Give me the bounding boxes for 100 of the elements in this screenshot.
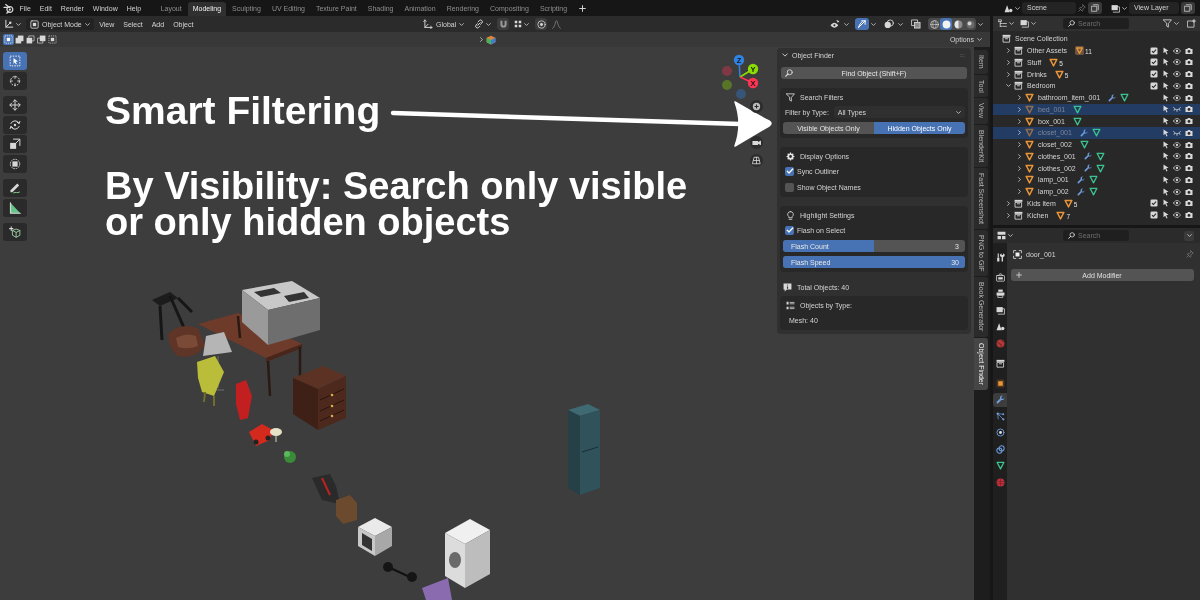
chevron-right-icon[interactable] — [1017, 130, 1022, 136]
wrench-icon[interactable] — [1076, 187, 1085, 196]
chevron-down-icon[interactable] — [1015, 5, 1020, 11]
eye-icon[interactable] — [1173, 81, 1182, 90]
chevron-down-icon[interactable] — [782, 52, 788, 58]
wrench-icon[interactable] — [1079, 128, 1088, 137]
chevron-right-icon[interactable] — [1006, 71, 1011, 77]
transform-tool[interactable] — [3, 154, 27, 173]
wrench-icon[interactable] — [1083, 152, 1092, 161]
checked-checkbox[interactable] — [1149, 70, 1158, 79]
selection-mode-button[interactable] — [25, 34, 36, 45]
pin-icon[interactable] — [1078, 4, 1086, 12]
checkbox[interactable] — [785, 166, 794, 176]
shading-mode-button[interactable] — [928, 18, 940, 30]
camera-icon[interactable] — [1185, 128, 1193, 137]
closed-eye-icon[interactable] — [1173, 128, 1182, 137]
chevron-down-icon[interactable] — [524, 21, 530, 27]
camera-icon[interactable] — [1185, 199, 1193, 208]
chevron-right-icon[interactable] — [1017, 189, 1022, 195]
checked-checkbox[interactable] — [1149, 211, 1158, 220]
checked-checkbox[interactable] — [1149, 58, 1158, 67]
proportional-edit-toggle[interactable] — [535, 18, 548, 30]
blender-logo-icon[interactable] — [3, 2, 14, 14]
annotate-tool[interactable] — [3, 179, 27, 197]
selection-mode-button[interactable] — [47, 34, 58, 45]
wrench-icon[interactable] — [1083, 164, 1092, 173]
eye-icon[interactable] — [1173, 175, 1182, 184]
chevron-down-icon[interactable] — [1174, 21, 1179, 26]
chevron-right-icon[interactable] — [1017, 118, 1022, 124]
chevron-right-icon[interactable] — [1017, 142, 1022, 148]
rotate-tool[interactable] — [3, 115, 27, 134]
camera-icon[interactable] — [1185, 187, 1193, 196]
eye-icon[interactable] — [1173, 93, 1182, 102]
chevron-down-icon[interactable] — [1009, 21, 1014, 26]
camera-icon[interactable] — [1185, 152, 1193, 161]
add-workspace-icon[interactable] — [579, 5, 587, 12]
shading-mode-button[interactable] — [964, 18, 976, 30]
filter-icon[interactable] — [1163, 19, 1172, 28]
header-dropdown[interactable] — [1184, 230, 1194, 241]
shading-mode-button[interactable] — [940, 18, 952, 30]
checked-checkbox[interactable] — [1149, 81, 1158, 90]
tree-list-icon[interactable] — [998, 19, 1007, 28]
eye-icon[interactable] — [1173, 211, 1182, 220]
mesh-data-icon[interactable] — [1120, 93, 1130, 103]
hexagon-cube-icon[interactable] — [486, 34, 496, 45]
new-view-layer-button[interactable] — [1181, 2, 1195, 14]
link-icon[interactable] — [474, 19, 485, 29]
xray-toggle[interactable] — [909, 18, 923, 30]
eye-icon[interactable] — [1173, 117, 1182, 126]
grid-squares-icon[interactable] — [514, 20, 523, 28]
chevron-down-icon[interactable] — [871, 21, 876, 27]
eye-icon[interactable] — [1173, 140, 1182, 149]
new-collection-icon[interactable] — [1187, 19, 1196, 28]
chevron-right-icon[interactable] — [1017, 95, 1022, 101]
snap-toggle[interactable] — [497, 18, 510, 30]
gizmo-toggle[interactable] — [855, 18, 869, 30]
overlay-toggle[interactable] — [882, 18, 896, 30]
camera-icon[interactable] — [1185, 70, 1193, 79]
select-box-tool[interactable] — [3, 52, 27, 70]
camera-icon[interactable] — [1185, 46, 1193, 55]
eye-icon[interactable] — [1173, 164, 1182, 173]
chevron-down-icon[interactable] — [978, 21, 983, 27]
view-layer-icon[interactable] — [1020, 19, 1029, 28]
chevron-right-icon[interactable] — [1006, 200, 1011, 206]
camera-icon[interactable] — [1185, 211, 1193, 220]
eye-icon[interactable] — [1173, 70, 1182, 79]
camera-icon[interactable] — [1185, 58, 1193, 67]
chevron-down-icon[interactable] — [1006, 83, 1011, 89]
falloff-curve-icon[interactable] — [552, 19, 562, 29]
zoom-in-icon[interactable] — [750, 100, 763, 113]
camera-icon[interactable] — [1185, 117, 1193, 126]
checked-checkbox[interactable] — [1149, 46, 1158, 55]
camera-icon[interactable] — [1185, 81, 1193, 90]
grip-icon[interactable] — [958, 52, 966, 58]
properties-tab[interactable] — [993, 392, 1007, 407]
move-tool[interactable] — [3, 96, 27, 114]
scene-icon[interactable] — [1004, 3, 1013, 13]
cursor-tool[interactable] — [3, 71, 27, 90]
closed-eye-icon[interactable] — [1173, 105, 1182, 114]
properties-tab[interactable] — [993, 442, 1007, 457]
chevron-right-icon[interactable] — [1017, 106, 1022, 112]
chevron-down-icon[interactable] — [486, 21, 492, 27]
camera-icon[interactable] — [1185, 164, 1193, 173]
axes-icon[interactable] — [4, 19, 14, 29]
pin-icon[interactable] — [1186, 250, 1194, 258]
chevron-down-icon[interactable] — [16, 21, 21, 27]
eye-icon[interactable] — [1173, 58, 1182, 67]
camera-icon[interactable] — [1185, 105, 1193, 114]
view-layer-icon[interactable] — [1111, 3, 1120, 13]
chevron-right-icon[interactable] — [1006, 48, 1011, 54]
selection-mode-button[interactable] — [36, 34, 47, 45]
checked-checkbox[interactable] — [1149, 199, 1158, 208]
visibility-toggle[interactable] — [828, 18, 842, 30]
checkbox[interactable] — [785, 182, 794, 192]
chevron-right-icon[interactable] — [1006, 212, 1011, 218]
chevron-right-icon[interactable] — [1017, 153, 1022, 159]
eye-icon[interactable] — [1173, 187, 1182, 196]
chevron-down-icon[interactable] — [1122, 5, 1127, 11]
shading-mode-button[interactable] — [952, 18, 964, 30]
wrench-icon[interactable] — [1076, 175, 1085, 184]
